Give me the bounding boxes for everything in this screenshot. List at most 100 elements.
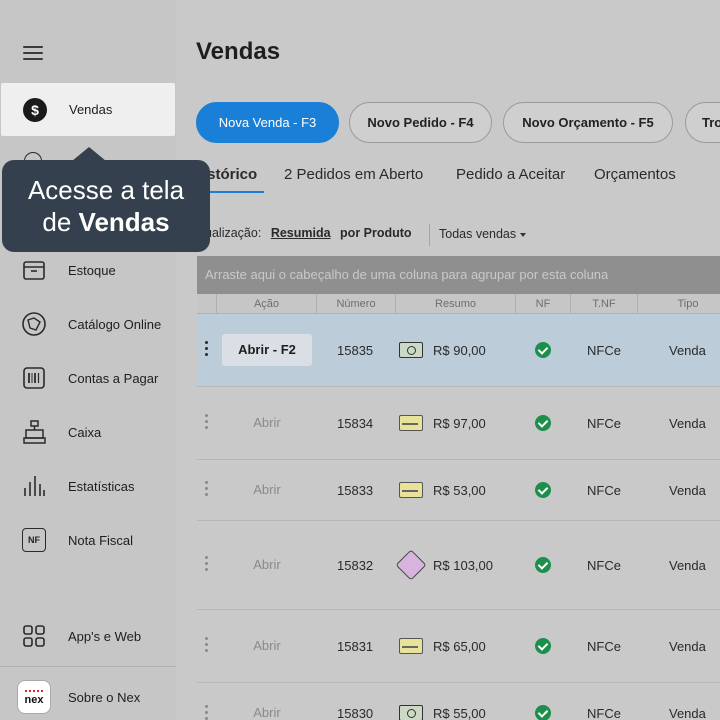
open-sale-button[interactable]: Abrir - F2 bbox=[222, 334, 312, 366]
box-icon bbox=[20, 256, 48, 284]
card-icon bbox=[399, 415, 423, 431]
header-cell-acao[interactable]: Ação bbox=[217, 294, 317, 314]
sidebar-item-catalogo[interactable]: Catálogo Online bbox=[0, 297, 176, 351]
card-icon bbox=[399, 482, 423, 498]
header-cell-tnf[interactable]: T.NF bbox=[571, 294, 638, 314]
sidebar-item-sobre-o-nex[interactable]: nex Sobre o Nex bbox=[0, 670, 176, 720]
sidebar-item-apps-e-web[interactable]: App's e Web bbox=[0, 609, 176, 663]
tooltip-prefix: de bbox=[42, 207, 79, 237]
check-icon bbox=[535, 557, 551, 573]
invoice-type: NFCe bbox=[587, 706, 621, 720]
main-content: Vendas Nova Venda - F3 Novo Pedido - F4 … bbox=[176, 0, 720, 720]
table-row[interactable]: Abrir - F2 15835 R$ 90,00 NFCe Venda bbox=[197, 314, 720, 387]
invoice-type: NFCe bbox=[587, 343, 621, 358]
cash-icon bbox=[399, 705, 423, 720]
sidebar-item-label: Estoque bbox=[68, 262, 116, 278]
table-row[interactable]: Abrir 15834 R$ 97,00 NFCe Venda bbox=[197, 387, 720, 460]
sidebar-item-label: Contas a Pagar bbox=[68, 370, 159, 386]
row-menu-icon[interactable] bbox=[205, 705, 209, 720]
cash-register-icon bbox=[20, 418, 48, 446]
sidebar-item-label: Estatísticas bbox=[68, 478, 135, 494]
sale-number: 15835 bbox=[337, 343, 374, 358]
open-sale-button[interactable]: Abrir bbox=[222, 549, 312, 581]
header-cell-resumo[interactable]: Resumo bbox=[396, 294, 516, 314]
row-menu-icon[interactable] bbox=[205, 341, 209, 359]
divider bbox=[429, 224, 430, 246]
table-row[interactable]: Abrir 15832 R$ 103,00 NFCe Venda bbox=[197, 521, 720, 610]
sale-amount: R$ 53,00 bbox=[433, 483, 486, 498]
row-menu-icon[interactable] bbox=[205, 414, 209, 432]
sale-amount: R$ 65,00 bbox=[433, 639, 486, 654]
check-icon bbox=[535, 482, 551, 498]
catalog-icon bbox=[20, 310, 48, 338]
sidebar: $ Vendas Estoque Catálogo Online Contas … bbox=[0, 0, 176, 720]
group-by-drop-zone[interactable]: Arraste aqui o cabeçalho de uma coluna p… bbox=[197, 256, 720, 294]
sidebar-item-caixa[interactable]: Caixa bbox=[0, 405, 176, 459]
dollar-icon: $ bbox=[21, 96, 49, 124]
open-sale-button[interactable]: Abrir bbox=[222, 697, 312, 720]
table-header: Ação Número Resumo NF T.NF Tipo bbox=[197, 294, 720, 314]
barcode-icon bbox=[20, 364, 48, 392]
sidebar-item-nota-fiscal[interactable]: NF Nota Fiscal bbox=[0, 513, 176, 567]
card-icon bbox=[399, 638, 423, 654]
page-title: Vendas bbox=[196, 38, 281, 65]
new-order-button[interactable]: Novo Pedido - F4 bbox=[349, 102, 492, 143]
sale-number: 15830 bbox=[337, 706, 374, 720]
sale-type: Venda bbox=[669, 343, 706, 358]
sidebar-divider bbox=[0, 666, 176, 667]
sale-amount: R$ 90,00 bbox=[433, 343, 486, 358]
tab-orcamentos[interactable]: Orçamentos bbox=[594, 166, 676, 183]
sidebar-item-label: Caixa bbox=[68, 424, 102, 440]
table-row[interactable]: Abrir 15833 R$ 53,00 NFCe Venda bbox=[197, 460, 720, 521]
open-sale-button[interactable]: Abrir bbox=[222, 474, 312, 506]
sidebar-item-vendas[interactable]: $ Vendas bbox=[1, 83, 175, 136]
sidebar-item-label: Nota Fiscal bbox=[68, 532, 134, 548]
tab-pedido-a-aceitar[interactable]: Pedido a Aceitar bbox=[456, 166, 565, 183]
row-menu-icon[interactable] bbox=[205, 637, 209, 655]
tab-historico[interactable]: istórico bbox=[203, 166, 257, 183]
sidebar-item-label: Vendas bbox=[69, 102, 113, 117]
tooltip-highlight: Vendas bbox=[78, 207, 170, 237]
row-menu-icon[interactable] bbox=[205, 556, 209, 574]
sale-number: 15832 bbox=[337, 558, 374, 573]
sale-number: 15831 bbox=[337, 639, 374, 654]
filter-value: Todas vendas bbox=[439, 227, 517, 241]
exchange-button[interactable]: Tro bbox=[685, 102, 720, 143]
new-sale-button[interactable]: Nova Venda - F3 bbox=[196, 102, 339, 143]
tooltip-arrow bbox=[72, 147, 106, 161]
sale-type: Venda bbox=[669, 483, 706, 498]
sale-amount: R$ 97,00 bbox=[433, 416, 486, 431]
check-icon bbox=[535, 705, 551, 720]
nex-logo-text: nex bbox=[24, 693, 44, 706]
tab-pedidos-em-aberto[interactable]: 2 Pedidos em Aberto bbox=[284, 166, 423, 183]
sidebar-item-label: Catálogo Online bbox=[68, 316, 162, 332]
menu-icon[interactable] bbox=[23, 46, 43, 60]
header-cell-nf[interactable]: NF bbox=[516, 294, 571, 314]
sale-amount: R$ 103,00 bbox=[433, 558, 493, 573]
sidebar-item-estatisticas[interactable]: Estatísticas bbox=[0, 459, 176, 513]
tooltip-line-1: Acesse a tela bbox=[27, 175, 185, 205]
sale-type: Venda bbox=[669, 416, 706, 431]
view-option-resumida[interactable]: Resumida bbox=[271, 226, 331, 240]
sale-type: Venda bbox=[669, 558, 706, 573]
view-option-por-produto[interactable]: por Produto bbox=[340, 226, 412, 240]
row-menu-icon[interactable] bbox=[205, 481, 209, 499]
sale-type: Venda bbox=[669, 639, 706, 654]
open-sale-button[interactable]: Abrir bbox=[222, 407, 312, 439]
sidebar-item-contas-a-pagar[interactable]: Contas a Pagar bbox=[0, 351, 176, 405]
table-row[interactable]: Abrir 15830 R$ 55,00 NFCe Venda bbox=[197, 683, 720, 720]
open-sale-button[interactable]: Abrir bbox=[222, 630, 312, 662]
sidebar-item-label: App's e Web bbox=[68, 628, 142, 644]
nex-logo: nex bbox=[17, 680, 51, 714]
sale-amount: R$ 55,00 bbox=[433, 706, 486, 720]
sidebar-item-label: Sobre o Nex bbox=[68, 689, 141, 705]
nf-icon: NF bbox=[20, 526, 48, 554]
sales-filter-dropdown[interactable]: Todas vendas bbox=[439, 227, 527, 241]
check-icon bbox=[535, 415, 551, 431]
new-quote-button[interactable]: Novo Orçamento - F5 bbox=[503, 102, 673, 143]
table-row[interactable]: Abrir 15831 R$ 65,00 NFCe Venda bbox=[197, 610, 720, 683]
sale-number: 15834 bbox=[337, 416, 374, 431]
header-cell-numero[interactable]: Número bbox=[317, 294, 396, 314]
header-cell-tipo[interactable]: Tipo bbox=[638, 294, 720, 314]
check-icon bbox=[535, 638, 551, 654]
